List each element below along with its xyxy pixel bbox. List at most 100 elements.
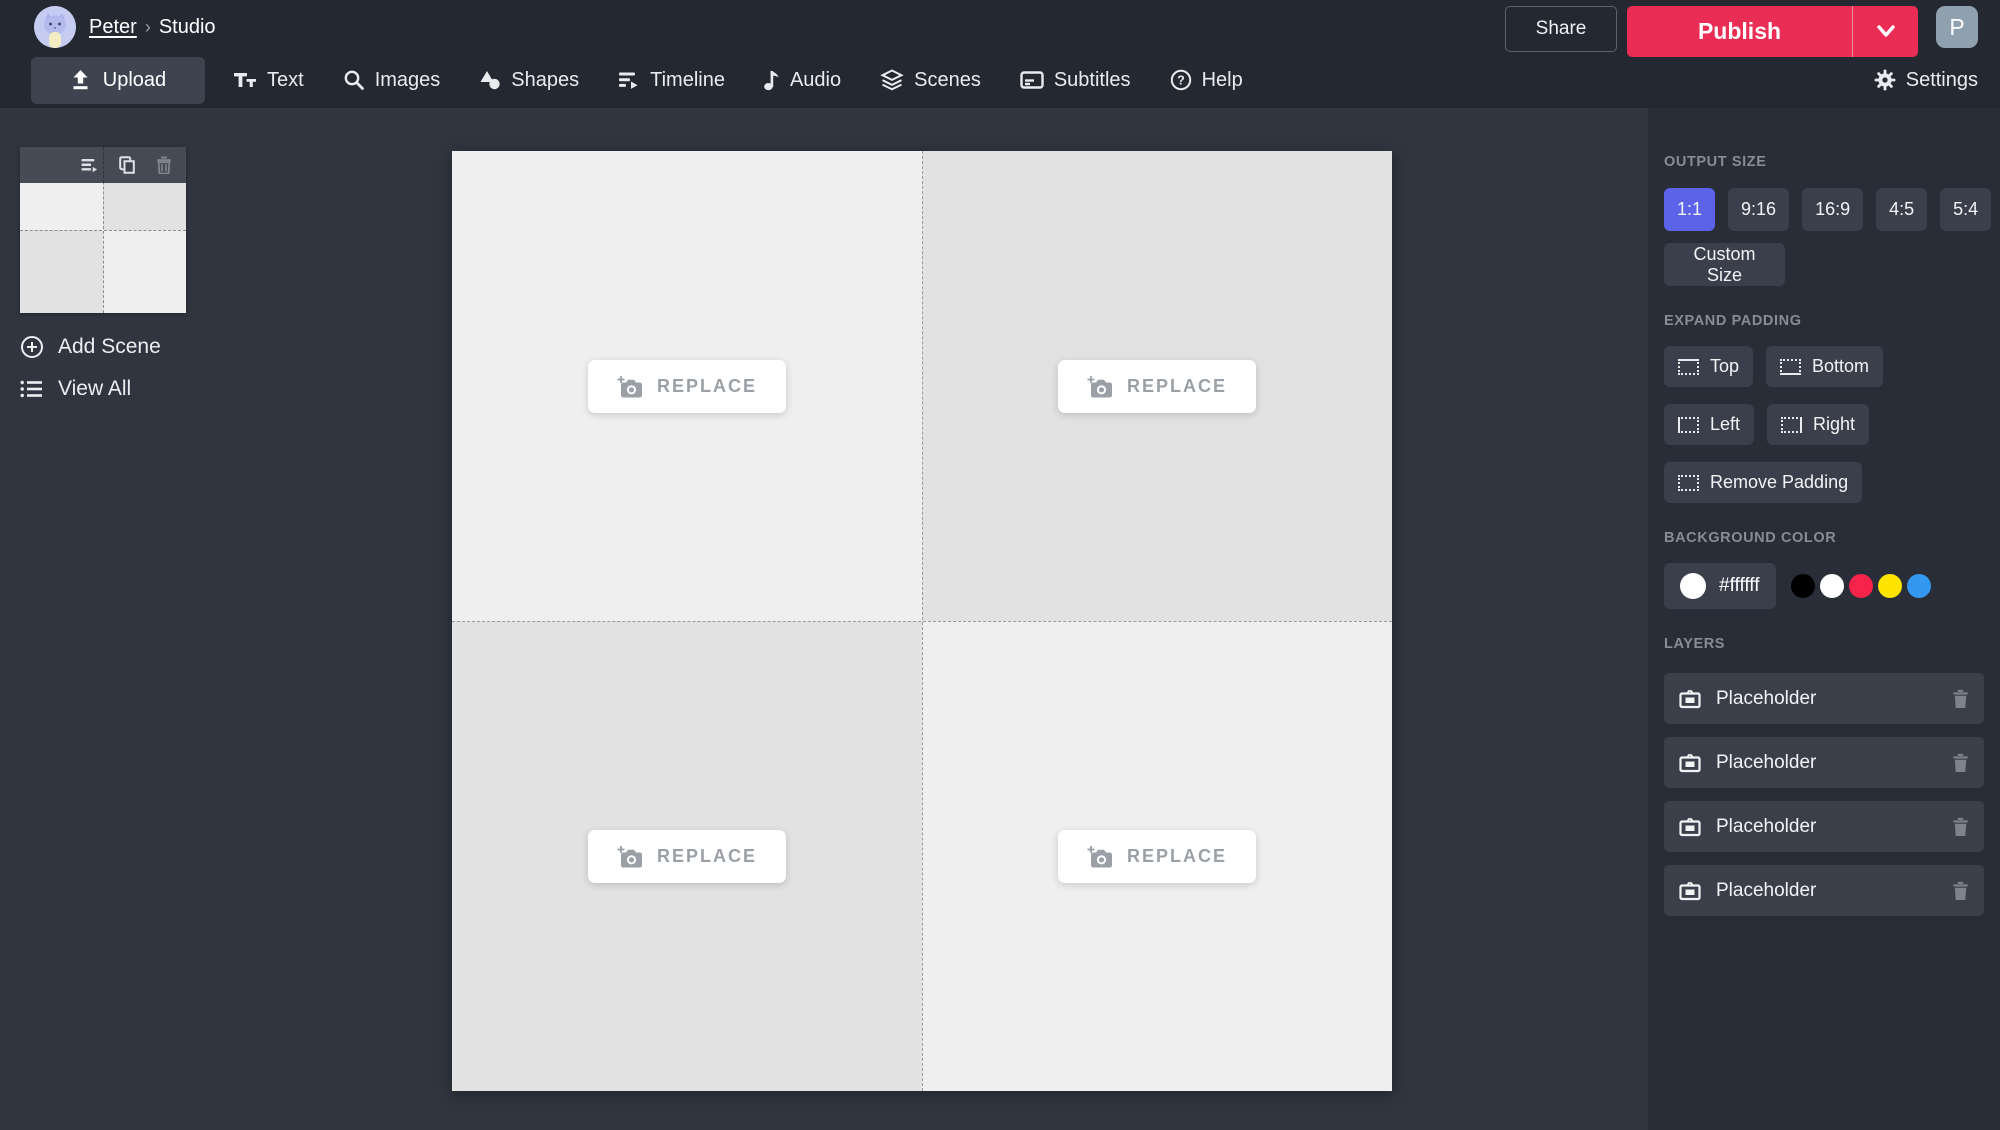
properties-panel: OUTPUT SIZE 1:1 9:16 16:9 4:5 5:4 Custom…	[1648, 108, 2000, 1130]
ratio-button-1-1[interactable]: 1:1	[1664, 188, 1715, 231]
thumb-divider-horizontal	[20, 230, 186, 231]
swatch-yellow[interactable]	[1878, 574, 1902, 598]
cat-avatar-icon	[34, 6, 76, 48]
replace-button-bottom-left[interactable]: REPLACE	[588, 830, 786, 883]
toolbar-item-label: Text	[267, 69, 304, 92]
publish-label[interactable]: Publish	[1627, 6, 1852, 57]
toolbar-item-label: Shapes	[511, 69, 579, 92]
padding-top-button[interactable]: Top	[1664, 346, 1753, 387]
padding-bottom-label: Bottom	[1812, 356, 1869, 377]
current-color-circle	[1680, 573, 1706, 599]
camera-plus-icon	[617, 376, 643, 398]
padding-row-1: Top Bottom	[1664, 346, 1984, 387]
scene-duplicate-icon[interactable]	[119, 156, 136, 174]
toolbar-item-subtitles[interactable]: Subtitles	[1020, 69, 1131, 92]
scene-thumbnail-toolbar	[20, 147, 186, 183]
layer-row[interactable]: Placeholder	[1664, 673, 1984, 724]
camera-plus-icon	[1087, 376, 1113, 398]
timeline-icon	[618, 70, 640, 90]
top-header: Peter › Studio Share Publish P Upload	[0, 0, 2000, 108]
background-color-row: #ffffff	[1664, 563, 1984, 609]
toolbar-item-label: Scenes	[914, 69, 981, 92]
scene-timeline-icon[interactable]	[80, 157, 99, 173]
camera-plus-icon	[617, 846, 643, 868]
text-icon	[233, 70, 257, 90]
swatch-red[interactable]	[1849, 574, 1873, 598]
layer-row[interactable]: Placeholder	[1664, 865, 1984, 916]
publish-dropdown-button[interactable]	[1852, 6, 1918, 57]
ratio-button-5-4[interactable]: 5:4	[1940, 188, 1991, 231]
list-icon	[20, 378, 44, 400]
toolbar-item-help[interactable]: ? Help	[1170, 69, 1243, 92]
breadcrumb-user-link[interactable]: Peter	[89, 16, 137, 39]
music-note-icon	[764, 69, 780, 91]
swatch-blue[interactable]	[1907, 574, 1931, 598]
toolbar-item-label: Timeline	[650, 69, 725, 92]
frame-icon	[1679, 817, 1701, 837]
toolbar-item-scenes[interactable]: Scenes	[880, 69, 981, 92]
padding-left-label: Left	[1710, 414, 1740, 435]
swatch-black[interactable]	[1791, 574, 1815, 598]
replace-label: REPLACE	[657, 846, 757, 867]
scene-thumbnail[interactable]	[20, 147, 186, 313]
toolbar-item-shapes[interactable]: Shapes	[479, 69, 579, 92]
layer-label: Placeholder	[1716, 880, 1937, 902]
replace-button-top-right[interactable]: REPLACE	[1058, 360, 1256, 413]
toolbar-item-text[interactable]: Text	[233, 69, 304, 92]
expand-padding-title: EXPAND PADDING	[1664, 313, 1984, 329]
custom-size-button[interactable]: Custom Size	[1664, 243, 1785, 286]
scene-delete-icon[interactable]	[156, 156, 172, 174]
replace-button-top-left[interactable]: REPLACE	[588, 360, 786, 413]
toolbar-item-label: Audio	[790, 69, 841, 92]
layer-trash-icon[interactable]	[1952, 817, 1969, 836]
layer-row[interactable]: Placeholder	[1664, 737, 1984, 788]
padding-top-icon	[1678, 359, 1699, 375]
canvas-divider-horizontal	[452, 621, 1392, 622]
share-button[interactable]: Share	[1505, 6, 1617, 52]
frame-icon	[1679, 753, 1701, 773]
ratio-button-4-5[interactable]: 4:5	[1876, 188, 1927, 231]
toolbar-item-audio[interactable]: Audio	[764, 69, 841, 92]
padding-bottom-button[interactable]: Bottom	[1766, 346, 1883, 387]
layer-row[interactable]: Placeholder	[1664, 801, 1984, 852]
chevron-down-icon	[1875, 24, 1897, 39]
toolbar-item-label: Images	[375, 69, 441, 92]
padding-row-2: Left Right	[1664, 404, 1984, 445]
workspace-avatar[interactable]	[34, 6, 76, 48]
camera-plus-icon	[1087, 846, 1113, 868]
replace-label: REPLACE	[657, 376, 757, 397]
padding-right-button[interactable]: Right	[1767, 404, 1869, 445]
ratio-button-9-16[interactable]: 9:16	[1728, 188, 1789, 231]
ratio-button-16-9[interactable]: 16:9	[1802, 188, 1863, 231]
profile-chip[interactable]: P	[1936, 6, 1978, 48]
remove-padding-button[interactable]: Remove Padding	[1664, 462, 1862, 503]
ratio-button-row: 1:1 9:16 16:9 4:5 5:4	[1664, 188, 1984, 231]
main-toolbar: Upload Text Images	[0, 52, 2000, 108]
layer-label: Placeholder	[1716, 752, 1937, 774]
frame-icon	[1679, 881, 1701, 901]
toolbar-item-timeline[interactable]: Timeline	[618, 69, 725, 92]
background-color-picker[interactable]: #ffffff	[1664, 563, 1776, 609]
padding-left-button[interactable]: Left	[1664, 404, 1754, 445]
settings-button[interactable]: Settings	[1874, 52, 1978, 108]
swatch-white[interactable]	[1820, 574, 1844, 598]
current-color-hex: #ffffff	[1719, 575, 1760, 597]
layer-trash-icon[interactable]	[1952, 881, 1969, 900]
gear-icon	[1874, 69, 1896, 91]
view-all-label: View All	[58, 377, 131, 401]
add-scene-label: Add Scene	[58, 335, 161, 359]
settings-label: Settings	[1906, 69, 1978, 92]
add-scene-button[interactable]: Add Scene	[20, 335, 161, 359]
replace-button-bottom-right[interactable]: REPLACE	[1058, 830, 1256, 883]
padding-bottom-icon	[1780, 359, 1801, 375]
subtitles-icon	[1020, 70, 1044, 90]
padding-row-3: Remove Padding	[1664, 462, 1984, 503]
remove-padding-icon	[1678, 475, 1699, 491]
publish-button[interactable]: Publish	[1627, 6, 1918, 57]
view-all-button[interactable]: View All	[20, 377, 131, 401]
toolbar-item-images[interactable]: Images	[343, 69, 441, 92]
layers-title: LAYERS	[1664, 636, 1984, 652]
layer-trash-icon[interactable]	[1952, 753, 1969, 772]
layer-trash-icon[interactable]	[1952, 689, 1969, 708]
toolbar-item-upload[interactable]: Upload	[31, 57, 205, 104]
